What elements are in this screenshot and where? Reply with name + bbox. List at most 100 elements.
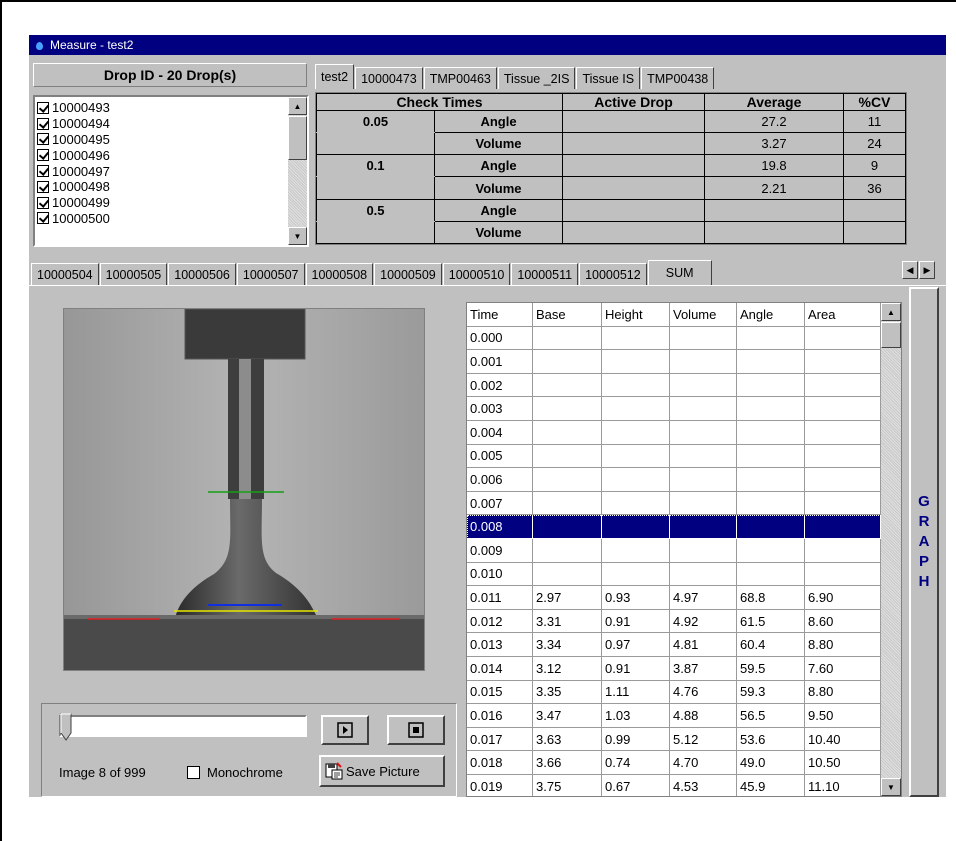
grid-cell (737, 468, 805, 492)
grid-row[interactable]: 0.007 (467, 491, 881, 516)
grid-row[interactable]: 0.003 (467, 397, 881, 421)
grid-cell: 5.12 (670, 727, 737, 752)
grid-row[interactable]: 0.016 3.47 1.03 4.88 56.5 9.50 (467, 704, 881, 728)
tab-dataset[interactable]: 10000473 (355, 67, 423, 89)
grid-cell (670, 326, 737, 351)
grid-cell (602, 562, 670, 587)
scroll-thumb[interactable] (288, 116, 307, 160)
drop-list-item[interactable]: 10000500 (37, 211, 285, 227)
measurement-grid[interactable]: Time Base Height Volume Angle Area 0.000 0.001 0… (466, 302, 902, 797)
scroll-down-icon[interactable]: ▼ (288, 227, 307, 245)
grid-cell: 3.47 (533, 704, 602, 728)
grid-cell: 59.3 (737, 680, 805, 705)
grid-cell: 0.93 (602, 586, 670, 610)
tab-drop[interactable]: 10000507 (236, 263, 305, 285)
save-picture-icon (325, 762, 343, 780)
check-row: Volume (316, 220, 906, 245)
drop-list-item[interactable]: 10000499 (37, 195, 285, 211)
grid-row[interactable]: 0.009 (467, 539, 881, 563)
grid-row[interactable]: 0.012 3.31 0.91 4.92 61.5 8.60 (467, 609, 881, 634)
scroll-up-icon[interactable]: ▲ (288, 97, 307, 115)
drop-checkbox[interactable] (37, 133, 49, 146)
grid-header-cell[interactable]: Volume (670, 303, 737, 327)
drop-checkbox[interactable] (37, 117, 49, 130)
drop-list-item[interactable]: 10000495 (37, 132, 285, 148)
drop-list-item[interactable]: 10000493 (37, 100, 285, 116)
title-bar[interactable]: Measure - test2 (29, 35, 946, 55)
drop-checkbox[interactable] (37, 165, 49, 178)
drop-tab-strip: 10000504 10000505 10000506 10000507 10000508… (31, 260, 713, 285)
grid-row[interactable]: 0.018 3.66 0.74 4.70 49.0 10.50 (467, 751, 881, 775)
image-slider-track[interactable] (59, 715, 307, 737)
grid-cell (533, 326, 602, 351)
drop-list-item[interactable]: 10000496 (37, 147, 285, 163)
grid-header-cell[interactable]: Time (467, 303, 533, 327)
drop-checkbox[interactable] (37, 180, 49, 193)
tab-drop[interactable]: 10000510 (442, 263, 511, 285)
measure-window: Measure - test2 Drop ID - 20 Drop(s) 100… (29, 35, 946, 797)
grid-row[interactable]: 0.001 (467, 350, 881, 374)
drop-list-item[interactable]: 10000497 (37, 163, 285, 179)
grid-row[interactable]: 0.011 2.97 0.93 4.97 68.8 6.90 (467, 586, 881, 610)
tab-drop[interactable]: 10000506 (168, 263, 236, 285)
play-button[interactable] (321, 715, 369, 745)
tab-dataset[interactable]: Tissue _2IS (497, 67, 576, 89)
grid-row[interactable]: 0.017 3.63 0.99 5.12 53.6 10.40 (467, 727, 881, 752)
grid-cell (670, 468, 737, 492)
tab-drop[interactable]: 10000511 (511, 263, 579, 285)
drop-checkbox[interactable] (37, 212, 49, 225)
check-metric: Volume (434, 220, 563, 245)
grid-scroll-thumb[interactable] (881, 322, 901, 348)
stop-button[interactable] (387, 715, 445, 745)
grid-row[interactable]: 0.006 (467, 468, 881, 492)
tab-scroll-left-icon[interactable]: ◀ (902, 261, 918, 279)
drop-list[interactable]: 10000493 10000494 10000495 10000496 10000497… (33, 95, 309, 247)
drop-checkbox[interactable] (37, 196, 49, 209)
monochrome-checkbox[interactable] (187, 766, 200, 779)
grid-scroll-up-icon[interactable]: ▲ (881, 303, 901, 321)
save-picture-button[interactable]: Save Picture (319, 755, 445, 787)
grid-row[interactable]: 0.015 3.35 1.11 4.76 59.3 8.80 (467, 680, 881, 705)
grid-row[interactable]: 0.002 (467, 373, 881, 398)
grid-scrollbar[interactable]: ▲ ▼ (881, 303, 901, 796)
drop-list-item[interactable]: 10000498 (37, 179, 285, 195)
grid-header-cell[interactable]: Height (602, 303, 670, 327)
grid-row[interactable]: 0.004 (467, 421, 881, 445)
drop-list-item[interactable]: 10000494 (37, 116, 285, 132)
monochrome-option[interactable]: Monochrome (187, 765, 283, 780)
grid-row[interactable]: 0.014 3.12 0.91 3.87 59.5 7.60 (467, 657, 881, 681)
graph-button[interactable]: GRAPH (909, 287, 939, 797)
drop-checkbox[interactable] (37, 101, 49, 114)
tab-drop[interactable]: 10000504 (31, 263, 99, 285)
grid-cell: 0.003 (467, 397, 533, 421)
drop-list-scrollbar[interactable]: ▲ ▼ (288, 97, 307, 245)
grid-cell (805, 373, 881, 398)
grid-scroll-down-icon[interactable]: ▼ (881, 778, 901, 796)
grid-header-cell[interactable]: Base (533, 303, 602, 327)
grid-cell: 8.80 (805, 633, 881, 657)
grid-cell: 0.014 (467, 657, 533, 681)
image-slider-thumb[interactable] (60, 713, 72, 741)
grid-cell (737, 539, 805, 563)
monochrome-label: Monochrome (207, 765, 283, 780)
tab-scroll-right-icon[interactable]: ▶ (919, 261, 935, 279)
drop-checkbox[interactable] (37, 149, 49, 162)
tab-drop[interactable]: 10000505 (99, 263, 168, 285)
tab-dataset[interactable]: test2 (315, 64, 355, 89)
grid-row[interactable]: 0.005 (467, 444, 881, 469)
tab-sum[interactable]: SUM (647, 260, 712, 285)
tab-dataset[interactable]: TMP00463 (423, 67, 497, 89)
tab-drop[interactable]: 10000509 (374, 263, 442, 285)
grid-header-cell[interactable]: Area (805, 303, 881, 327)
tab-drop[interactable]: 10000512 (579, 263, 647, 285)
tab-dataset[interactable]: TMP00438 (641, 67, 715, 89)
grid-cell: 56.5 (737, 704, 805, 728)
grid-row[interactable]: 0.019 3.75 0.67 4.53 45.9 11.10 (467, 775, 881, 796)
tab-drop[interactable]: 10000508 (305, 263, 374, 285)
grid-row-selected[interactable]: 0.008 (467, 515, 881, 539)
grid-header-cell[interactable]: Angle (737, 303, 805, 327)
grid-row[interactable]: 0.013 3.34 0.97 4.81 60.4 8.80 (467, 633, 881, 657)
tab-dataset[interactable]: Tissue IS (576, 67, 641, 89)
grid-row[interactable]: 0.010 (467, 562, 881, 587)
grid-row[interactable]: 0.000 (467, 326, 881, 351)
